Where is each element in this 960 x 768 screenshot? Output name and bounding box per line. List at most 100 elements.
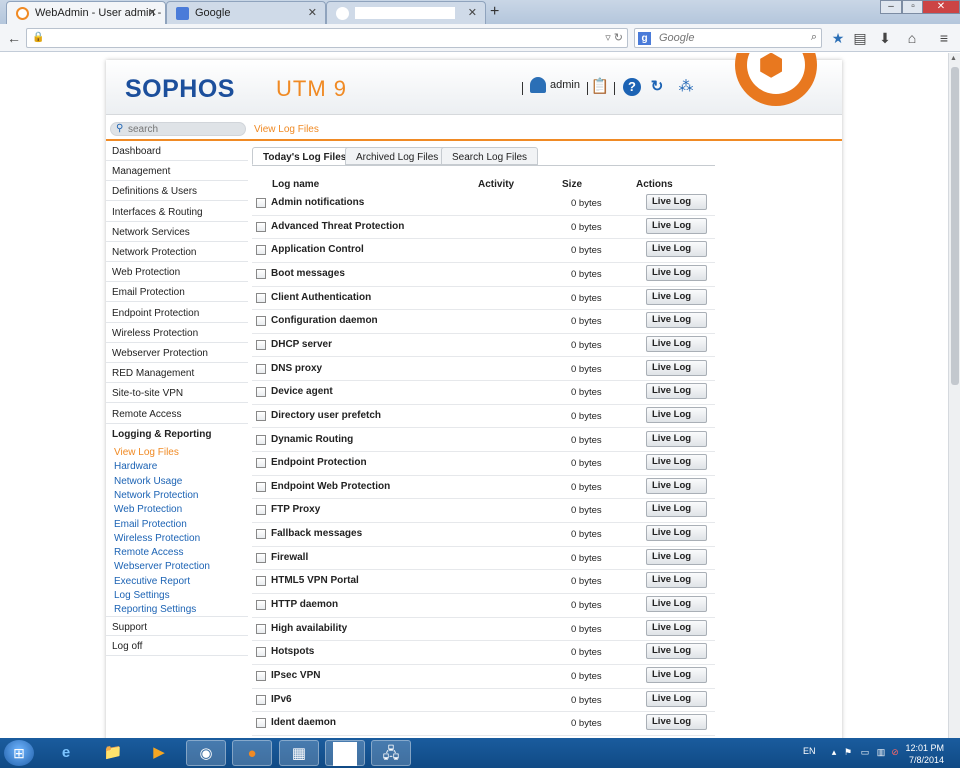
sidebar-subitem-webserver-protection[interactable]: Webserver Protection <box>114 561 210 572</box>
sidebar-item-red-management[interactable]: RED Management <box>106 363 248 384</box>
live-log-button[interactable]: Live Log <box>646 241 707 258</box>
sidebar-subitem-view-log-files[interactable]: View Log Files <box>114 447 179 458</box>
menu-icon[interactable]: ≡ <box>934 28 954 48</box>
row-checkbox[interactable] <box>256 718 266 729</box>
live-log-button[interactable]: Live Log <box>646 619 707 636</box>
display-icon[interactable]: ▭ <box>860 747 870 757</box>
network-app-icon[interactable]: 🖧 <box>371 740 411 766</box>
sidebar-item-webserver-protection[interactable]: Webserver Protection <box>106 343 248 363</box>
control-panel-icon[interactable]: ▦ <box>279 740 319 766</box>
flag-icon[interactable]: ⚑ <box>843 747 853 757</box>
sidebar-item-remote-access[interactable]: Remote Access <box>106 404 248 424</box>
row-checkbox[interactable] <box>256 576 266 587</box>
live-log-button[interactable]: Live Log <box>646 217 707 234</box>
row-checkbox[interactable] <box>256 458 266 469</box>
sidebar-item-site-to-site-vpn[interactable]: Site-to-site VPN <box>106 383 248 404</box>
maximize-icon[interactable]: ▫ <box>902 0 924 14</box>
live-log-button[interactable]: Live Log <box>646 430 707 447</box>
url-bar[interactable]: 🔒 ▿ ↻ <box>26 28 628 48</box>
clipboard-icon[interactable]: 📋 <box>590 77 610 97</box>
page-scrollbar[interactable]: ▲ <box>948 53 960 738</box>
row-checkbox[interactable] <box>256 268 266 279</box>
sidebar-subitem-log-settings[interactable]: Log Settings <box>114 590 170 601</box>
row-checkbox[interactable] <box>256 694 266 705</box>
sidebar-subitem-network-usage[interactable]: Network Usage <box>114 476 182 487</box>
live-log-button[interactable]: Live Log <box>646 406 707 423</box>
live-log-button[interactable]: Live Log <box>646 572 707 589</box>
live-log-button[interactable]: Live Log <box>646 501 707 518</box>
sidebar-item-support[interactable]: Support <box>106 616 248 636</box>
sidebar-subitem-web-protection[interactable]: Web Protection <box>114 504 182 515</box>
live-log-button[interactable]: Live Log <box>646 596 707 613</box>
live-log-button[interactable]: Live Log <box>646 312 707 329</box>
scroll-up-icon[interactable]: ▲ <box>950 55 957 62</box>
menu-search-input[interactable] <box>128 123 238 135</box>
sidebar-item-endpoint-protection[interactable]: Endpoint Protection <box>106 303 248 323</box>
redacted-app-icon[interactable] <box>325 740 365 767</box>
reload-icon[interactable]: ▿ ↻ <box>605 31 623 44</box>
tab-search-log-files[interactable]: Search Log Files <box>441 147 539 165</box>
live-log-button[interactable]: Live Log <box>646 264 707 281</box>
download-icon[interactable]: ⬇ <box>875 28 895 48</box>
browser-search-input[interactable] <box>659 31 799 45</box>
bookmarks-list-icon[interactable]: ▤ <box>850 28 870 48</box>
row-checkbox[interactable] <box>256 387 266 398</box>
row-checkbox[interactable] <box>256 198 266 208</box>
media-player-icon[interactable]: ▶ <box>139 740 179 766</box>
sidebar-item-wireless-protection[interactable]: Wireless Protection <box>106 323 248 343</box>
live-log-button[interactable]: Live Log <box>646 643 707 660</box>
live-log-button[interactable]: Live Log <box>646 525 707 542</box>
live-log-button[interactable]: Live Log <box>646 714 707 731</box>
browser-tab-redacted[interactable]: ✕ <box>326 1 486 24</box>
row-checkbox[interactable] <box>256 410 266 421</box>
back-arrow-icon[interactable]: ← <box>4 28 24 48</box>
live-log-button[interactable]: Live Log <box>646 288 707 305</box>
row-checkbox[interactable] <box>256 647 266 658</box>
sidebar-subitem-remote-access[interactable]: Remote Access <box>114 547 183 558</box>
tab-todays-log-files[interactable]: Today's Log Files <box>252 147 358 165</box>
live-log-button[interactable]: Live Log <box>646 335 707 352</box>
sidebar-item-definitions-users[interactable]: Definitions & Users <box>106 181 248 202</box>
sidebar-subitem-email-protection[interactable]: Email Protection <box>114 519 187 530</box>
help-icon[interactable]: ? <box>623 78 641 96</box>
language-indicator[interactable]: EN <box>803 746 816 756</box>
sidebar-item-management[interactable]: Management <box>106 161 248 182</box>
show-hidden-icons-icon[interactable]: ▴ <box>829 747 839 757</box>
internet-explorer-icon[interactable]: e <box>46 740 86 766</box>
sidebar-item-logging-reporting[interactable]: Logging & Reporting <box>106 424 248 444</box>
file-explorer-icon[interactable]: 📁 <box>93 740 133 766</box>
user-menu[interactable]: admin <box>530 77 580 93</box>
browser-tab-webadmin[interactable]: WebAdmin - User admin - ... ✕ <box>6 1 166 24</box>
tab-archived-log-files[interactable]: Archived Log Files <box>345 147 450 165</box>
browser-tab-google[interactable]: Google ✕ <box>166 1 326 24</box>
magnifier-icon[interactable]: ⌕ <box>811 31 817 44</box>
sidebar-subitem-reporting-settings[interactable]: Reporting Settings <box>114 604 196 615</box>
sidebar-item-network-protection[interactable]: Network Protection <box>106 242 248 262</box>
row-checkbox[interactable] <box>256 671 266 681</box>
row-checkbox[interactable] <box>256 434 266 445</box>
live-log-button[interactable]: Live Log <box>646 548 707 565</box>
sidebar-item-log-off[interactable]: Log off <box>106 636 248 656</box>
firefox-icon[interactable]: ● <box>232 740 272 766</box>
row-checkbox[interactable] <box>256 339 266 350</box>
menu-search[interactable]: ⚲ <box>110 122 246 136</box>
sidebar-item-email-protection[interactable]: Email Protection <box>106 282 248 303</box>
sidebar-subitem-hardware[interactable]: Hardware <box>114 461 157 472</box>
window-close-icon[interactable]: ✕ <box>922 0 960 14</box>
volume-muted-icon[interactable]: ⊘ <box>890 747 900 757</box>
live-log-button[interactable]: Live Log <box>646 359 707 376</box>
row-checkbox[interactable] <box>256 505 266 516</box>
system-clock[interactable]: 12:01 PM 7/8/2014 <box>900 742 944 766</box>
live-log-button[interactable]: Live Log <box>646 690 707 707</box>
row-checkbox[interactable] <box>256 552 266 563</box>
reload-icon[interactable]: ↻ <box>647 77 667 97</box>
network-icon[interactable]: ▥ <box>876 747 886 757</box>
sidebar-item-dashboard[interactable]: Dashboard <box>106 141 248 161</box>
live-log-button[interactable]: Live Log <box>646 383 707 400</box>
live-log-button[interactable]: Live Log <box>646 194 707 210</box>
browser-search-box[interactable]: g ⌕ <box>634 28 822 48</box>
new-tab-icon[interactable]: + <box>490 3 499 21</box>
live-log-button[interactable]: Live Log <box>646 477 707 494</box>
sidebar-item-web-protection[interactable]: Web Protection <box>106 262 248 283</box>
sidebar-subitem-wireless-protection[interactable]: Wireless Protection <box>114 533 200 544</box>
